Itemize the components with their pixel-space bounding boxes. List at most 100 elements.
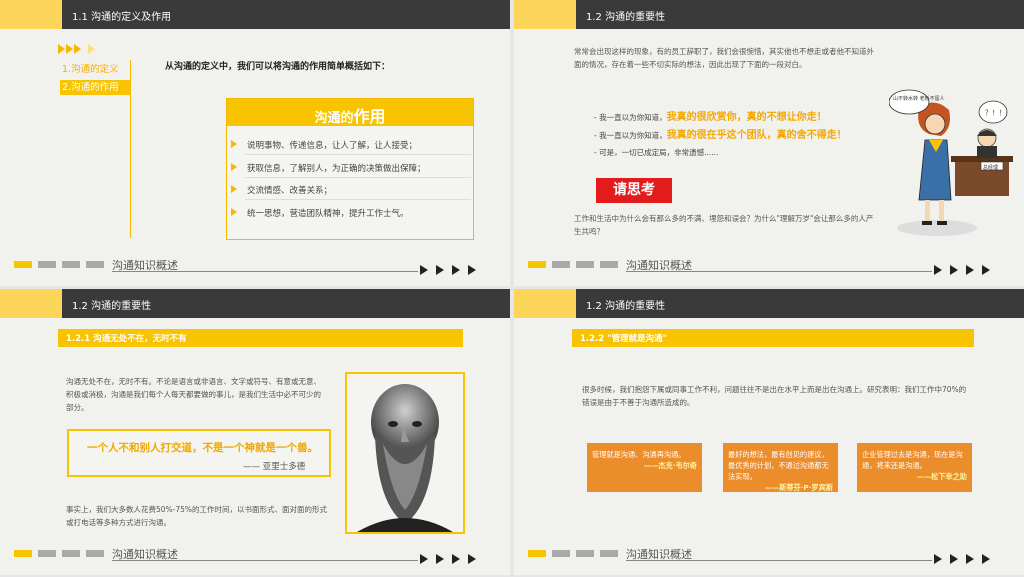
intro-paragraph: 常常会出现这样的现象，有的员工辞职了，我们会很惋惜，其实他也不想走或者他不知道外… [574,47,874,69]
quote-text: 一个人不和别人打交道，不是一个神就是一个兽。 [87,442,318,454]
arrow-right-icon [420,265,428,275]
footer-line [112,271,418,272]
slide-header: 1.2 沟通的重要性 [514,0,1024,29]
footer-line [626,271,932,272]
dialog-prefix: - 我一直以为你知道， [594,131,667,140]
arrow-right-icon [934,265,942,275]
slide-header: 1.2 沟通的重要性 [0,289,510,318]
arrow-right-icon [420,554,428,564]
title-suffix: 作用 [353,107,386,126]
arrow-right-icon [452,554,460,564]
portrait-frame [345,372,465,534]
subheader-text: 1.2.1 沟通无处不在，无时不有 [66,334,187,344]
arrow-right-icon [452,265,460,275]
slide-everywhere[interactable]: 1.2 沟通的重要性 1.2.1 沟通无处不在，无时不有 沟通无处不在，无时不有… [0,289,510,575]
slide-header: 1.2 沟通的重要性 [514,289,1024,318]
cartoon-illustration: 总经理 山不转水转 老板不留人 ？！！ [889,89,1013,236]
question-paragraph: 工作和生活中为什么会有那么多的不满、埋怨和误会？为什么"理解万岁"会让那么多的人… [574,214,874,236]
bubble-text: ？！！ [985,109,1006,117]
quote-card-text: 管理就是沟通、沟通再沟通。 [592,450,686,459]
slide-importance-dialog[interactable]: 1.2 沟通的重要性 常常会出现这样的现象，有的员工辞职了，我们会很惋惜，其实他… [514,0,1024,286]
nav-item-function[interactable]: 2.沟通的作用 [60,80,130,95]
nav-item-definition[interactable]: 1.沟通的定义 [60,62,130,77]
function-box: 沟通的作用 说明事物、传递信息，让人了解，让人接受； 获取信息，了解别人，为正确… [226,98,474,240]
quote-card-text: 企业管理过去是沟通，现在是沟通，将来还是沟通。 [862,450,963,470]
slide-definition[interactable]: 1.1 沟通的定义及作用 1.沟通的定义 2.沟通的作用 从沟通的定义中，我们可… [0,0,510,286]
quote-card: 管理就是沟通、沟通再沟通。 ——杰克·韦尔奇 [587,443,702,492]
quote-card-author: ——斯蒂芬·P·罗宾斯 [764,483,833,492]
arrow-right-icon [950,554,958,564]
arrow-right-icon [436,554,444,564]
quote-box: 一个人不和别人打交道，不是一个神就是一个兽。 —— 亚里士多德 [67,429,331,477]
intro-text: 从沟通的定义中，我们可以将沟通的作用简单概括如下： [165,62,391,72]
footer-bar [528,261,546,268]
chevron-icon [74,44,81,54]
dialog-highlight: 我真的很欣赏你，真的不想让你走！ [666,112,827,123]
header-accent [0,289,62,318]
title-prefix: 沟通的 [314,111,354,126]
slide-management[interactable]: 1.2 沟通的重要性 1.2.2 "管理就是沟通" 很多时候，我们抱怨下属或同事… [514,289,1024,575]
quote-author: —— 亚里士多德 [243,462,306,472]
footer-bar [600,550,618,557]
subheader-bar: 1.2.1 沟通无处不在，无时不有 [58,329,463,347]
divider [245,199,471,200]
arrow-right-icon [468,554,476,564]
header-accent [514,289,576,318]
chevron-icon [66,44,73,54]
bullet-icon [231,140,237,148]
divider [245,154,471,155]
function-item: 获取信息，了解别人，为正确的决策做出保障； [247,164,426,174]
think-label: 请思考 [596,178,672,203]
nav-divider [130,60,131,238]
intro-paragraph: 很多时候，我们抱怨下属或同事工作不利，问题往往不是出在水平上而是出在沟通上。研究… [582,385,967,407]
chevron-icon [58,44,65,54]
dialog-prefix: - 可是，一切已成定局，非常遗憾...... [594,148,719,157]
slide-title: 1.2 沟通的重要性 [586,301,666,312]
footer-bar [86,261,104,268]
slide-title: 1.2 沟通的重要性 [586,12,666,23]
quote-card-author: ——杰克·韦尔奇 [643,461,697,470]
aristotle-bust-image [357,384,453,532]
arrow-right-icon [966,265,974,275]
dialog-line: - 可是，一切已成定局，非常遗憾...... [594,147,718,158]
desk-sign: 总经理 [983,164,998,171]
footer-bar [576,261,594,268]
footer-bar [62,550,80,557]
bullet-icon [231,185,237,193]
footer-bar [14,550,32,557]
subheader-text: 1.2.2 "管理就是沟通" [580,334,668,344]
function-item: 交流情感、改善关系； [247,186,333,196]
arrow-right-icon [436,265,444,275]
dialog-line: - 我一直以为你知道，我真的很欣赏你，真的不想让你走！ [594,108,827,123]
fact-paragraph: 事实上，我们大多数人花费50%-75%的工作时间，以书面形式、面对面的形式或打电… [66,505,328,527]
dialog-prefix: - 我一直以为你知道， [594,113,667,122]
function-item: 统一思想，营造团队精神，提升工作士气。 [247,209,409,219]
arrow-right-icon [966,554,974,564]
subheader-bar: 1.2.2 "管理就是沟通" [572,329,974,347]
arrow-right-icon [982,554,990,564]
arrow-right-icon [468,265,476,275]
slide-title: 1.1 沟通的定义及作用 [72,12,172,23]
footer-bar [14,261,32,268]
footer-bar [38,261,56,268]
footer-bar [38,550,56,557]
function-box-title: 沟通的作用 [227,103,473,127]
footer-line [112,560,418,561]
footer-bar [86,550,104,557]
footer-bar [552,261,570,268]
arrow-right-icon [982,265,990,275]
bubble-text: 山不转水转 老板不留人 [893,95,945,102]
header-accent [514,0,576,29]
dialog-highlight: 我真的很在乎这个团队，真的舍不得走！ [666,130,847,141]
intro-paragraph: 沟通无处不在，无时不有。不论是语言或非语言、文字或符号、有意或无意、积极或消极，… [66,377,321,412]
quote-card-author: ——松下幸之助 [916,472,967,481]
divider [245,177,471,178]
slide-header: 1.1 沟通的定义及作用 [0,0,510,29]
footer-bar [528,550,546,557]
bullet-icon [231,163,237,171]
footer-bar [576,550,594,557]
dialog-line: - 我一直以为你知道，我真的很在乎这个团队，真的舍不得走！ [594,126,847,141]
quote-card: 企业管理过去是沟通，现在是沟通，将来还是沟通。 ——松下幸之助 [857,443,972,492]
quote-card-text: 最好的想法，最有创见的建议，最优秀的计划，不通过沟通都无法实现。 [728,450,829,481]
quote-card: 最好的想法，最有创见的建议，最优秀的计划，不通过沟通都无法实现。 ——斯蒂芬·P… [723,443,838,492]
